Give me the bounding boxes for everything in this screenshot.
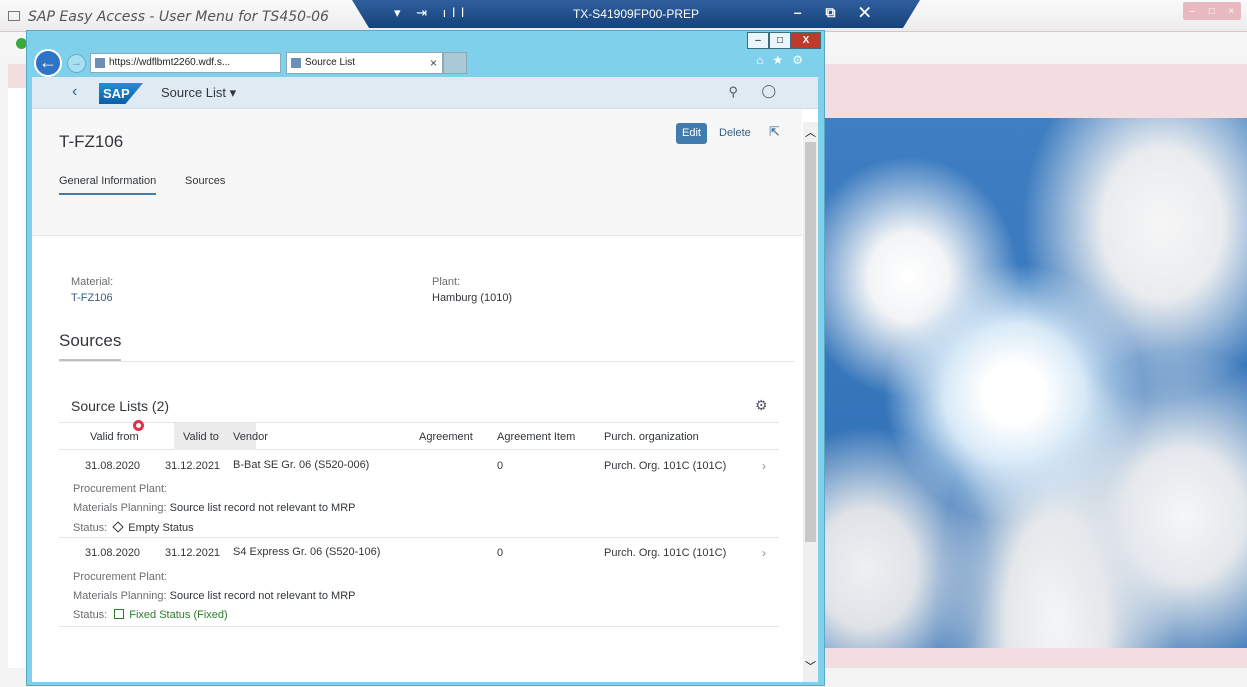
rdp-window-controls[interactable]: – ⧉ ✕: [794, 4, 880, 21]
status-value: Fixed Status (Fixed): [129, 609, 228, 621]
scroll-down-icon[interactable]: ﹀: [803, 658, 818, 674]
materials-planning-value: Source list record not relevant to MRP: [169, 590, 356, 602]
materials-planning-label: Materials Planning:: [73, 590, 167, 602]
valid-to-cell: 31.12.2021: [165, 460, 221, 472]
plant-value: Hamburg (1010): [432, 292, 513, 304]
address-bar[interactable]: https://wdflbmt2260.wdf.s...: [90, 53, 281, 73]
materials-planning-field: Materials Planning: Source list record n…: [73, 502, 355, 514]
sapgui-title: SAP Easy Access - User Menu for TS450-06: [28, 9, 329, 25]
remote-session-bar[interactable]: ▾ ⇥ ıll TX-S41909FP00-PREP – ⧉ ✕: [352, 0, 920, 28]
table-row[interactable]: 31.08.2020 31.12.2021 B-Bat SE Gr. 06 (S…: [59, 451, 779, 538]
browser-toolbar-icons[interactable]: ⌂★⚙: [756, 53, 812, 67]
status-field: Status: Empty Status: [73, 521, 194, 534]
share-icon[interactable]: ⇱: [769, 124, 780, 140]
material-label: Material:: [71, 276, 114, 288]
materials-planning-label: Materials Planning:: [73, 502, 167, 514]
browser-tab[interactable]: Source List ×: [286, 52, 443, 74]
new-tab-button[interactable]: [443, 52, 467, 74]
section-divider: [59, 361, 794, 362]
tab-close-icon[interactable]: ×: [430, 53, 437, 73]
chevron-right-icon[interactable]: ›: [762, 459, 766, 473]
agreement-item-cell: 0: [497, 547, 504, 559]
chevron-right-icon[interactable]: ›: [762, 546, 766, 560]
vendor-link[interactable]: S4 Express Gr. 06 (S520-106): [233, 546, 380, 558]
column-agreement[interactable]: Agreement: [419, 431, 473, 443]
purch-org-cell: Purch. Org. 101C (101C): [604, 547, 727, 559]
materials-planning-value: Source list record not relevant to MRP: [169, 502, 356, 514]
column-agreement-item[interactable]: Agreement Item: [497, 431, 575, 443]
favicon-icon: [291, 58, 301, 68]
browser-window: – □ X ← → https://wdflbmt2260.wdf.s... S…: [26, 30, 825, 686]
plant-label: Plant:: [432, 276, 461, 288]
user-icon[interactable]: ◯: [761, 83, 776, 99]
scrollbar-thumb[interactable]: [805, 142, 816, 542]
procurement-plant-label: Procurement Plant:: [73, 571, 168, 583]
sapgui-status-band: [824, 648, 1247, 668]
table-header: Valid from Valid to Vendor Agreement Agr…: [59, 422, 779, 450]
material-link[interactable]: T-FZ106: [71, 292, 113, 304]
column-purch-organization[interactable]: Purch. organization: [604, 431, 699, 443]
valid-to-cell: 31.12.2021: [165, 547, 221, 559]
tab-sources[interactable]: Sources: [185, 175, 225, 193]
diamond-status-icon: [112, 521, 124, 533]
procurement-plant-field: Procurement Plant:: [73, 483, 167, 495]
delete-button[interactable]: Delete: [719, 127, 751, 139]
purch-org-cell: Purch. Org. 101C (101C): [604, 460, 727, 472]
window-icon: [8, 11, 20, 21]
valid-from-cell: 31.08.2020: [85, 547, 141, 559]
status-label: Status:: [73, 609, 108, 621]
procurement-plant-label: Procurement Plant:: [73, 483, 168, 495]
tab-general-information[interactable]: General Information: [59, 175, 157, 195]
valid-from-cell: 31.08.2020: [85, 460, 141, 472]
back-arrow-icon[interactable]: ←: [34, 49, 62, 77]
address-url: https://wdflbmt2260.wdf.s...: [109, 57, 231, 68]
search-icon[interactable]: ⚲: [728, 84, 738, 100]
minimize-button[interactable]: –: [747, 32, 769, 49]
forward-arrow-icon[interactable]: →: [67, 54, 86, 73]
sources-section-title: Sources: [59, 331, 122, 361]
favicon-icon: [95, 58, 105, 68]
object-page: T-FZ106 Edit Delete ⇱ General Informatio…: [32, 110, 802, 682]
status-label: Status:: [73, 522, 108, 534]
gear-icon[interactable]: ⚙: [755, 397, 768, 414]
app-title-menu[interactable]: Source List ▾: [161, 85, 236, 101]
column-valid-to[interactable]: Valid to: [183, 431, 219, 443]
vendor-link[interactable]: B-Bat SE Gr. 06 (S520-006): [233, 459, 369, 471]
back-icon[interactable]: ‹: [72, 83, 77, 101]
scroll-up-icon[interactable]: ︿: [803, 124, 818, 140]
shell-bar: ‹ SAP Source List ▾ ⚲ ◯: [32, 77, 818, 109]
fiori-page: ‹ SAP Source List ▾ ⚲ ◯ T-FZ106 Edit Del…: [32, 77, 818, 682]
object-header: T-FZ106 Edit Delete ⇱ General Informatio…: [32, 110, 802, 236]
edit-button[interactable]: Edit: [676, 123, 707, 144]
sky-background-image: [824, 118, 1247, 648]
browser-window-controls: – □ X: [747, 32, 821, 49]
status-value: Empty Status: [128, 522, 194, 534]
table-title: Source Lists (2): [71, 398, 170, 414]
table-row[interactable]: 31.08.2020 31.12.2021 S4 Express Gr. 06 …: [59, 539, 779, 627]
sapgui-window-controls[interactable]: – □ ×: [1183, 2, 1241, 20]
column-valid-from[interactable]: Valid from: [90, 431, 139, 443]
materials-planning-field: Materials Planning: Source list record n…: [73, 590, 355, 602]
close-button[interactable]: X: [791, 32, 821, 49]
agreement-item-cell: 0: [497, 460, 504, 472]
sap-logo[interactable]: SAP: [99, 83, 143, 104]
object-title: T-FZ106: [59, 132, 124, 151]
sapgui-tree-panel: [8, 88, 28, 668]
square-status-icon: [114, 609, 125, 619]
maximize-button[interactable]: □: [769, 32, 791, 49]
browser-tab-label: Source List: [305, 57, 356, 68]
column-vendor[interactable]: Vendor: [233, 431, 268, 443]
status-field: Status: Fixed Status (Fixed): [73, 609, 228, 621]
click-indicator-icon: [133, 420, 144, 431]
procurement-plant-field: Procurement Plant:: [73, 571, 167, 583]
vertical-scrollbar[interactable]: ︿ ﹀: [803, 122, 818, 682]
sapgui-image-header: [824, 88, 1247, 118]
